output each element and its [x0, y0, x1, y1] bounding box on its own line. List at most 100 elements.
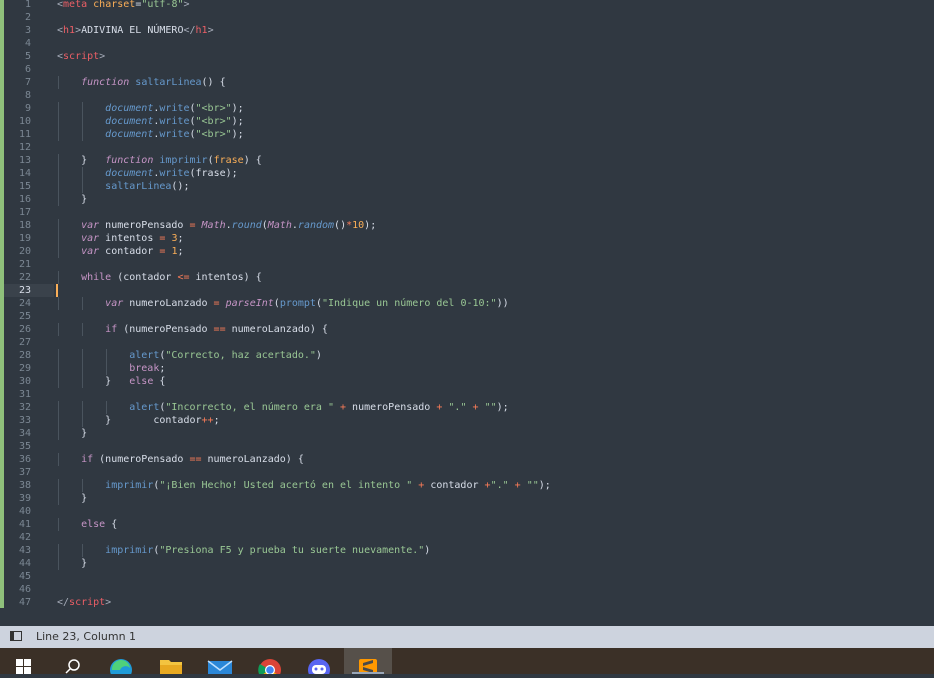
code-line[interactable]: 7 function saltarLinea() {: [0, 76, 934, 89]
code-line[interactable]: 9 document.write("<br>");: [0, 102, 934, 115]
line-number: 41: [18, 519, 31, 530]
code-line[interactable]: 44 }: [0, 557, 934, 570]
taskbar-sublime-text[interactable]: [344, 648, 392, 674]
code-line[interactable]: 36 if (numeroPensado == numeroLanzado) {: [0, 453, 934, 466]
code-line[interactable]: 38 imprimir("¡Bien Hecho! Usted acertó e…: [0, 479, 934, 492]
indent-guide: [58, 76, 59, 89]
line-number: 44: [18, 558, 31, 569]
code-text: document.write("<br>");: [105, 103, 244, 114]
code-line[interactable]: 32 alert("Incorrecto, el número era " + …: [0, 401, 934, 414]
code-line[interactable]: 47 </script>: [0, 596, 934, 609]
line-number: 5: [24, 51, 31, 62]
indent-guide: [58, 349, 59, 362]
code-line[interactable]: 6: [0, 63, 934, 76]
code-line[interactable]: 21: [0, 258, 934, 271]
code-line[interactable]: 12: [0, 141, 934, 154]
line-number: 36: [18, 454, 31, 465]
line-number: 16: [18, 194, 31, 205]
cursor-position-text: Line 23, Column 1: [36, 630, 137, 643]
taskbar-discord[interactable]: [295, 648, 343, 678]
code-line[interactable]: 43 imprimir("Presiona F5 y prueba tu sue…: [0, 544, 934, 557]
code-line[interactable]: 8: [0, 89, 934, 102]
line-number: 30: [18, 376, 31, 387]
code-line[interactable]: 42: [0, 531, 934, 544]
code-line[interactable]: 29 break;: [0, 362, 934, 375]
line-number: 31: [18, 389, 31, 400]
search-icon: [65, 659, 80, 674]
line-number: 22: [18, 272, 31, 283]
indent-guide: [82, 401, 84, 414]
code-line[interactable]: 41 else {: [0, 518, 934, 531]
code-line[interactable]: 31: [0, 388, 934, 401]
indent-guide: [82, 115, 84, 128]
code-text: while (contador <= intentos) {: [81, 272, 262, 283]
line-number: 4: [24, 38, 31, 49]
panel-toggle-icon[interactable]: [10, 631, 22, 641]
code-text: </script>: [57, 597, 112, 608]
code-line[interactable]: 18 var numeroPensado = Math.round(Math.r…: [0, 219, 934, 232]
mail-icon: [207, 660, 233, 676]
line-number: 34: [18, 428, 31, 439]
indent-guide: [82, 349, 84, 362]
line-number: 26: [18, 324, 31, 335]
taskbar-edge[interactable]: [97, 648, 145, 678]
taskbar-file-explorer[interactable]: [147, 648, 195, 676]
code-line[interactable]: 5 <script>: [0, 50, 934, 63]
code-line[interactable]: 1 <meta charset="utf-8">: [0, 0, 934, 11]
code-line[interactable]: 11 document.write("<br>");: [0, 128, 934, 141]
line-number: 33: [18, 415, 31, 426]
code-line[interactable]: 13 } function imprimir(frase) {: [0, 154, 934, 167]
indent-guide: [58, 362, 59, 375]
code-editor[interactable]: 1 <meta charset="utf-8"> 2 3 <h1>ADIVINA EL …: [0, 0, 934, 626]
taskbar-mail[interactable]: [196, 648, 244, 676]
line-number: 2: [24, 12, 31, 23]
code-line[interactable]: 39 }: [0, 492, 934, 505]
code-line[interactable]: 25: [0, 310, 934, 323]
indent-guide: [82, 102, 84, 115]
code-text: document.write(frase);: [105, 168, 238, 179]
code-line[interactable]: 33 } contador++;: [0, 414, 934, 427]
code-line[interactable]: 26 if (numeroPensado == numeroLanzado) {: [0, 323, 934, 336]
line-number: 1: [24, 0, 31, 10]
code-line[interactable]: 37: [0, 466, 934, 479]
code-line[interactable]: 22 while (contador <= intentos) {: [0, 271, 934, 284]
code-line[interactable]: 24 var numeroLanzado = parseInt(prompt("…: [0, 297, 934, 310]
code-line[interactable]: 10 document.write("<br>");: [0, 115, 934, 128]
code-line[interactable]: 27: [0, 336, 934, 349]
code-line[interactable]: 4: [0, 37, 934, 50]
code-line[interactable]: 34 }: [0, 427, 934, 440]
code-line[interactable]: 15 saltarLinea();: [0, 180, 934, 193]
taskbar-start[interactable]: [0, 648, 48, 674]
indent-guide: [58, 167, 59, 180]
code-line[interactable]: 46: [0, 583, 934, 596]
line-number: 37: [18, 467, 31, 478]
indent-guide: [58, 544, 59, 557]
line-number: 27: [18, 337, 31, 348]
code-text: else {: [81, 519, 118, 530]
code-line[interactable]: 3 <h1>ADIVINA EL NÚMERO</h1>: [0, 24, 934, 37]
code-line[interactable]: 40: [0, 505, 934, 518]
line-number: 15: [18, 181, 31, 192]
code-line[interactable]: 23: [0, 284, 934, 297]
code-line[interactable]: 30 } else {: [0, 375, 934, 388]
indent-guide: [82, 479, 84, 492]
indent-guide: [58, 414, 59, 427]
code-line[interactable]: 20 var contador = 1;: [0, 245, 934, 258]
code-line[interactable]: 16 }: [0, 193, 934, 206]
code-line[interactable]: 28 alert("Correcto, haz acertado."): [0, 349, 934, 362]
code-line[interactable]: 17: [0, 206, 934, 219]
indent-guide: [82, 414, 84, 427]
discord-icon: [308, 659, 330, 678]
code-line[interactable]: 2: [0, 11, 934, 24]
taskbar-search[interactable]: [48, 648, 96, 674]
code-text: document.write("<br>");: [105, 129, 244, 140]
code-line[interactable]: 35: [0, 440, 934, 453]
line-number: 6: [24, 64, 31, 75]
code-line[interactable]: 14 document.write(frase);: [0, 167, 934, 180]
line-number: 42: [18, 532, 31, 543]
taskbar-chrome[interactable]: [246, 648, 294, 678]
code-line[interactable]: 19 var intentos = 3;: [0, 232, 934, 245]
code-line[interactable]: 45: [0, 570, 934, 583]
code-text: imprimir("Presiona F5 y prueba tu suerte…: [105, 545, 431, 556]
code-text: }: [81, 493, 88, 504]
